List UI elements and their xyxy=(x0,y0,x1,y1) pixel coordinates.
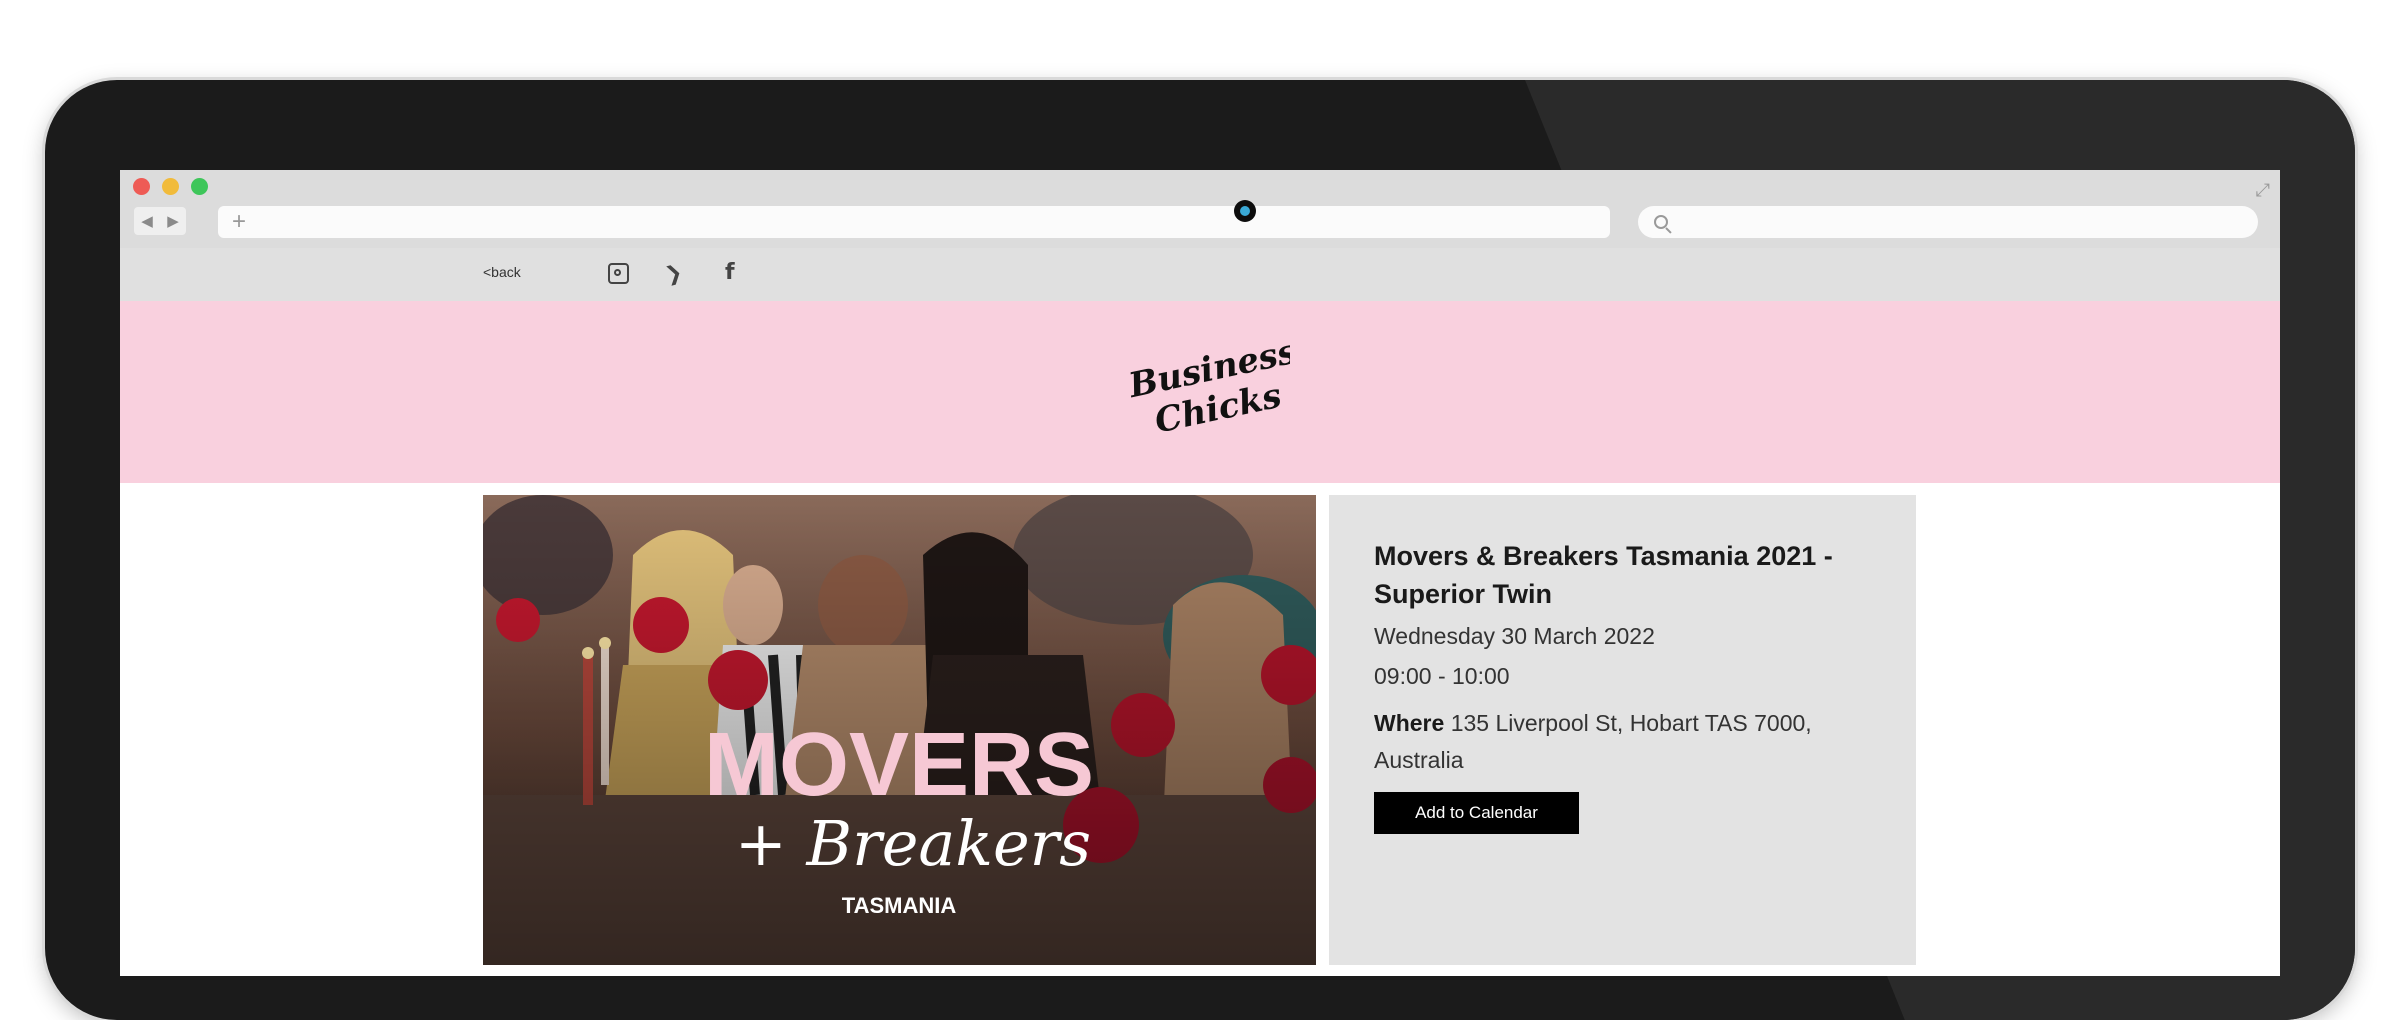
event-time: 09:00 - 10:00 xyxy=(1374,663,1510,689)
event-hero-image: MOVERS + Breakers TASMANIA xyxy=(483,495,1316,965)
event-title: Movers & Breakers Tasmania 2021 - Superi… xyxy=(1374,541,1833,609)
site-topbar: <back ❯ f xyxy=(120,248,2280,301)
add-to-calendar-button[interactable]: Add to Calendar xyxy=(1374,792,1579,834)
event-photo: MOVERS + Breakers TASMANIA xyxy=(483,495,1316,965)
back-link[interactable]: <back xyxy=(483,264,521,280)
history-nav: ◀ ▶ xyxy=(134,207,186,235)
site-header: Business Chicks xyxy=(120,301,2280,483)
maximize-window-button[interactable] xyxy=(191,178,208,195)
overlay-location: TASMANIA xyxy=(842,893,957,918)
event-details-panel: Movers & Breakers Tasmania 2021 - Superi… xyxy=(1329,495,1916,965)
where-label: Where xyxy=(1374,710,1445,736)
browser-toolbar: ◀ ▶ + ⤢ xyxy=(120,170,2280,249)
minimize-window-button[interactable] xyxy=(162,178,179,195)
new-tab-icon[interactable]: + xyxy=(232,208,246,236)
twitter-icon[interactable]: ❯ xyxy=(662,257,691,287)
close-window-button[interactable] xyxy=(133,178,150,195)
address-bar[interactable]: + xyxy=(218,206,1610,238)
back-arrow-icon[interactable]: ◀ xyxy=(141,212,153,230)
overlay-subtitle: + Breakers xyxy=(735,807,1091,880)
event-location: Where 135 Liverpool St, Hobart TAS 7000,… xyxy=(1374,705,1874,779)
browser-search-field[interactable] xyxy=(1638,206,2258,238)
browser-window: ◀ ▶ + ⤢ <back ❯ f Business Chicks MOVERS… xyxy=(120,170,2280,976)
instagram-icon[interactable] xyxy=(608,263,629,284)
fullscreen-icon[interactable]: ⤢ xyxy=(2256,180,2270,201)
webcam-icon xyxy=(1234,200,1256,222)
forward-arrow-icon[interactable]: ▶ xyxy=(167,212,179,230)
search-icon xyxy=(1654,215,1668,229)
business-chicks-logo[interactable]: Business Chicks xyxy=(1110,331,1290,451)
event-date: Wednesday 30 March 2022 xyxy=(1374,623,1655,649)
facebook-icon[interactable]: f xyxy=(725,260,749,285)
overlay-title: MOVERS xyxy=(704,715,1094,815)
